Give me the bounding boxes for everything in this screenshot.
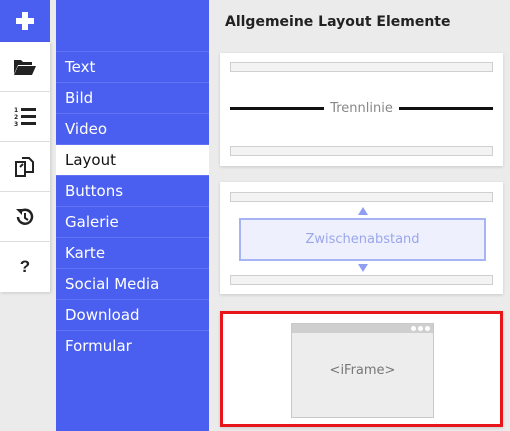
window-dots: [411, 326, 430, 331]
placeholder-bar: [230, 62, 493, 72]
category-social-media[interactable]: Social Media: [56, 268, 209, 299]
help-icon: ?: [19, 257, 31, 276]
category-karte[interactable]: Karte: [56, 237, 209, 268]
arrow-up-icon: [358, 207, 368, 215]
history-button[interactable]: [0, 192, 50, 242]
category-list: Text Bild Video Layout Buttons Galerie K…: [56, 51, 211, 361]
folder-open-icon: [14, 59, 36, 75]
category-buttons[interactable]: Buttons: [56, 175, 209, 206]
copy-button[interactable]: [0, 142, 50, 192]
category-galerie[interactable]: Galerie: [56, 206, 209, 237]
category-formular[interactable]: Formular: [56, 330, 209, 361]
numbered-list-icon: 1 2 3: [14, 107, 36, 128]
placeholder-bar: [230, 192, 493, 202]
category-text[interactable]: Text: [56, 51, 209, 82]
svg-text:2: 2: [14, 114, 18, 121]
iframe-label: <iFrame>: [329, 363, 396, 378]
svg-text:1: 1: [14, 107, 18, 114]
spacer-preview: Zwischenabstand: [239, 218, 486, 261]
divider-line: [230, 106, 325, 110]
category-panel: Text Bild Video Layout Buttons Galerie K…: [56, 0, 211, 431]
category-download[interactable]: Download: [56, 299, 209, 330]
history-icon: [16, 208, 34, 225]
section-heading: Allgemeine Layout Elemente: [225, 14, 451, 30]
category-layout[interactable]: Layout: [56, 144, 211, 175]
divider-line: [398, 106, 494, 110]
category-bild[interactable]: Bild: [56, 82, 209, 113]
window-titlebar: [292, 324, 433, 333]
list-button[interactable]: 1 2 3: [0, 92, 50, 142]
placeholder-bar: [230, 275, 493, 285]
divider-label: Trennlinie: [330, 100, 393, 116]
divider-element-card[interactable]: Trennlinie: [220, 53, 503, 166]
iframe-element-card[interactable]: <iFrame>: [220, 311, 503, 427]
icon-rail: 1 2 3 ?: [0, 0, 50, 431]
add-element-button[interactable]: [0, 0, 50, 42]
copy-pages-icon: [15, 156, 34, 177]
svg-text:3: 3: [14, 121, 18, 128]
browser-window-icon: <iFrame>: [291, 323, 434, 418]
placeholder-bar: [230, 146, 493, 156]
plus-icon: [16, 12, 34, 30]
help-button[interactable]: ?: [0, 242, 50, 292]
arrow-down-icon: [358, 264, 368, 272]
layout-elements-area: Allgemeine Layout Elemente Trennlinie Zw…: [209, 0, 510, 431]
rail-button-group: 1 2 3 ?: [0, 42, 50, 292]
open-folder-button[interactable]: [0, 42, 50, 92]
divider-preview: Trennlinie: [230, 100, 494, 116]
spacer-element-card[interactable]: Zwischenabstand: [220, 182, 503, 294]
category-video[interactable]: Video: [56, 113, 209, 144]
